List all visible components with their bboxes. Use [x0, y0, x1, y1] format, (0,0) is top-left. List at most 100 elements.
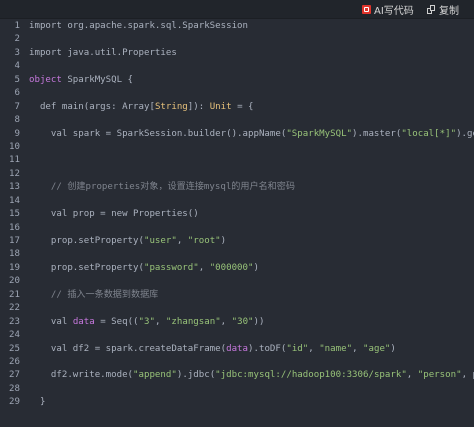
code-token: ,: [406, 370, 418, 381]
code-token: "name": [319, 343, 353, 354]
line-number: 7: [14, 101, 20, 112]
code-token: ,: [308, 343, 320, 354]
code-token: ).getOr: [456, 128, 474, 139]
code-token: "30": [231, 316, 254, 327]
line-number: 20: [9, 276, 20, 287]
code-token: "age": [363, 343, 391, 354]
line-number: 19: [9, 262, 20, 273]
code-token: "000000": [209, 262, 254, 273]
line-number: 12: [9, 168, 20, 179]
code-token: SparkMySQL {: [61, 74, 134, 85]
code-line: 21 // 插入一条数据到数据库: [0, 289, 474, 302]
line-number: 3: [14, 47, 20, 58]
code-line: 23 val data = Seq(("3", "zhangsan", "30"…: [0, 316, 474, 329]
line-number: 28: [9, 383, 20, 394]
code-token: }: [29, 397, 46, 408]
code-token: import org.apache.spark.sql.SparkSession: [29, 21, 248, 31]
code-text: // 插入一条数据到数据库: [29, 289, 158, 302]
code-token: def main(args: Array[: [29, 101, 155, 112]
code-line: 7 def main(args: Array[String]): Unit = …: [0, 101, 474, 114]
code-line: 3 import java.util.Properties: [0, 47, 474, 60]
code-token: ,: [220, 316, 232, 327]
line-number: 16: [9, 222, 20, 233]
code-text: // 创建properties对象，设置连接mysql的用户名和密码: [29, 181, 295, 194]
code-token: "person": [417, 370, 462, 381]
code-token: object: [29, 74, 62, 85]
code-text: val df2 = spark.createDataFrame(data).to…: [29, 343, 396, 356]
code-token: ,: [352, 343, 364, 354]
code-token: val spark = SparkSession.builder().appNa…: [29, 128, 287, 139]
code-line: 10: [0, 141, 474, 154]
code-token: "append": [133, 370, 177, 381]
code-line: 4: [0, 60, 474, 73]
code-token: ).toDF(: [248, 343, 287, 354]
code-line: 6: [0, 87, 474, 100]
line-number: 25: [9, 343, 20, 354]
code-token: "id": [286, 343, 309, 354]
code-token: String: [154, 101, 188, 112]
code-token: Unit: [209, 101, 232, 112]
code-text: val data = Seq(("3", "zhangsan", "30")): [29, 316, 265, 329]
code-token: val df2 = spark.createDataFrame(: [29, 343, 227, 354]
code-token: "root": [187, 236, 221, 246]
code-line: 24: [0, 329, 474, 342]
line-number: 15: [9, 209, 20, 220]
code-line: 16: [0, 222, 474, 235]
copy-label: 复制: [439, 5, 459, 17]
code-text: def main(args: Array[String]): Unit = {: [29, 101, 254, 114]
line-number: 5: [14, 74, 20, 85]
code-token: = Seq((: [94, 316, 139, 327]
line-number: 26: [9, 356, 20, 367]
code-line: 8: [0, 114, 474, 127]
code-token: ): [220, 236, 227, 246]
code-line: 18: [0, 248, 474, 261]
code-line: 17 prop.setProperty("user", "root"): [0, 235, 474, 248]
code-line: 15 val prop = new Properties(): [0, 208, 474, 221]
code-line: 14: [0, 195, 474, 208]
code-line: 19 prop.setProperty("password", "000000"…: [0, 262, 474, 275]
line-number: 29: [9, 397, 20, 408]
line-number: 17: [9, 236, 20, 246]
code-text: val spark = SparkSession.builder().appNa…: [29, 128, 474, 141]
copy-button[interactable]: 复制: [427, 0, 459, 18]
code-token: ).jdbc(: [176, 370, 216, 381]
code-token: ]):: [187, 101, 210, 112]
line-number: 14: [9, 195, 20, 206]
code-toolbar: AI写代码 复制: [0, 0, 474, 19]
line-number: 18: [9, 249, 20, 260]
line-number: 10: [9, 141, 20, 152]
code-line: 27 df2.write.mode("append").jdbc("jdbc:m…: [0, 369, 474, 382]
code-line: 25 val df2 = spark.createDataFrame(data)…: [0, 343, 474, 356]
code-token: "3": [138, 316, 155, 327]
code-token: // 插入一条数据到数据库: [29, 289, 159, 300]
line-number: 1: [14, 21, 20, 31]
code-line: 11: [0, 154, 474, 167]
code-token: data: [226, 343, 249, 354]
ai-write-code-button[interactable]: AI写代码: [362, 0, 414, 18]
code-text: val prop = new Properties(): [29, 208, 199, 221]
line-number: 13: [9, 182, 20, 193]
line-number: 8: [14, 115, 20, 126]
line-number: 11: [9, 155, 20, 166]
code-token: df2.write.mode(: [29, 370, 134, 381]
line-number: 22: [9, 303, 20, 314]
line-number: 24: [9, 330, 20, 341]
code-text: prop.setProperty("password", "000000"): [29, 262, 259, 275]
code-token: ,: [176, 236, 188, 246]
code-text: object SparkMySQL {: [29, 74, 133, 87]
code-token: // 创建properties对象，设置连接mysql的用户名和密码: [29, 182, 295, 193]
code-token: ,: [198, 262, 210, 273]
code-token: import java.util.Properties: [29, 47, 177, 58]
code-line: 29 }: [0, 396, 474, 409]
code-text: }: [29, 396, 46, 409]
code-token: "local[*]": [401, 128, 457, 139]
code-token: ): [390, 343, 396, 354]
code-line: 28: [0, 383, 474, 396]
code-token: val prop = new Properties(): [29, 209, 199, 220]
code-line: 1 import org.apache.spark.sql.SparkSessio…: [0, 20, 474, 33]
code-token: "SparkMySQL": [286, 128, 353, 139]
code-token: data: [72, 316, 95, 327]
code-line: 5 object SparkMySQL {: [0, 74, 474, 87]
line-number: 4: [14, 61, 20, 72]
code-area[interactable]: 1 import org.apache.spark.sql.SparkSessio…: [0, 20, 474, 410]
